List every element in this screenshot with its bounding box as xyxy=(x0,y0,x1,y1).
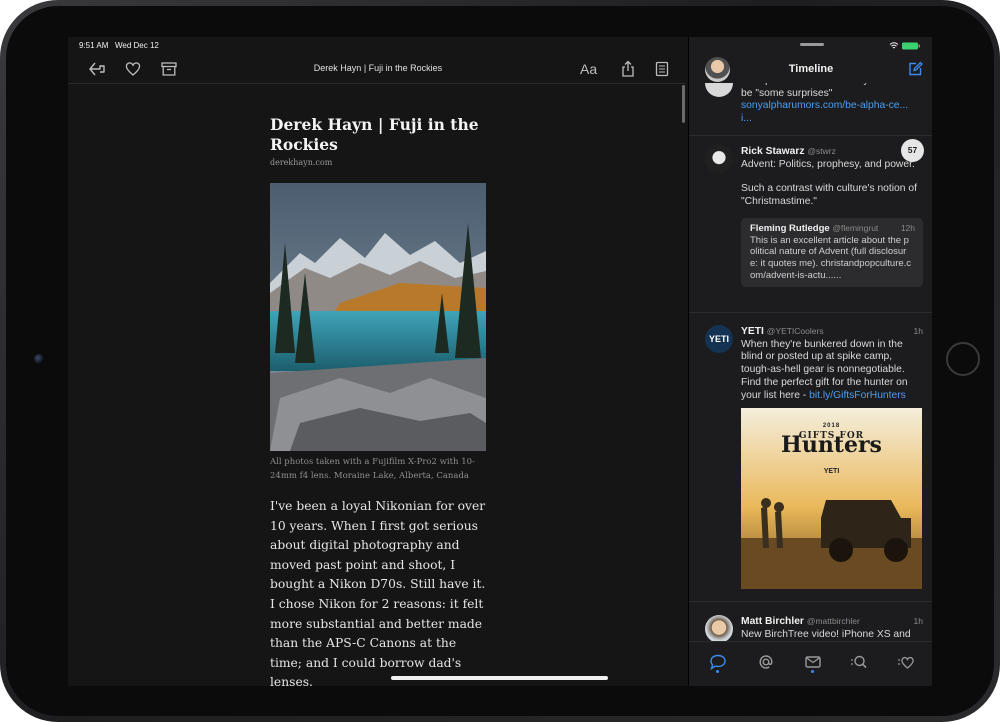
reader-pane: 9:51 AM Wed Dec 12 Derek Hayn | Fuji in … xyxy=(68,37,686,686)
article-domain[interactable]: derekhayn.com xyxy=(270,158,490,167)
tweet-text: Advent: Politics, prophesy, and power. xyxy=(741,158,915,170)
tweet-avatar[interactable] xyxy=(705,83,733,97)
screen: 9:51 AM Wed Dec 12 Derek Hayn | Fuji in … xyxy=(68,37,932,686)
wifi-battery-icon xyxy=(889,42,920,50)
tab-bar xyxy=(689,641,932,686)
tweet-handle: @stwrz xyxy=(807,146,836,156)
quote-time: 12h xyxy=(900,222,915,233)
tweet-feed[interactable]: Be Alpha CES invitation says there will … xyxy=(689,83,932,641)
quote-text: This is an excellent article about the p… xyxy=(750,234,912,281)
tweet-media-image[interactable]: 2018 GIFTS FOR Hunters YETI xyxy=(741,408,922,590)
tweet-handle: @YETICoolers xyxy=(766,326,824,336)
tweet-item[interactable]: YETI 1h YETI @YETICoolers When they're b… xyxy=(689,315,932,602)
heart-icon[interactable] xyxy=(123,59,143,79)
timeline-title: Timeline xyxy=(788,63,834,75)
messages-unread-dot xyxy=(811,670,814,673)
article: Derek Hayn | Fuji in the Rockies derekha… xyxy=(270,115,490,686)
tweet-author[interactable]: Rick Stawarz xyxy=(741,146,805,157)
tweet-handle: @mattbirchler xyxy=(806,616,860,626)
front-camera xyxy=(34,354,44,364)
tweet-text: Be Alpha CES invitation says there will … xyxy=(741,83,917,99)
status-bar: 9:51 AM Wed Dec 12 xyxy=(68,37,686,55)
reader-title: Derek Hayn | Fuji in the Rockies xyxy=(313,63,443,73)
photo-caption: All photos taken with a Fujifilm X-Pro2 … xyxy=(270,457,475,481)
tweet-link[interactable]: sonyalpharumors.com/be-alpha-ce... xyxy=(741,100,923,113)
reader-scrollbar[interactable] xyxy=(682,85,685,123)
tweet-author[interactable]: Matt Birchler xyxy=(741,616,804,627)
archive-icon[interactable] xyxy=(159,59,179,79)
reader-toolbar: Derek Hayn | Fuji in the Rockies Aa xyxy=(68,55,686,84)
quote-author: Fleming Rutledge xyxy=(750,222,830,234)
tweet-item[interactable]: 1h Matt Birchler @mattbirchler New Birch… xyxy=(689,605,932,641)
timeline-tab-icon[interactable] xyxy=(708,652,728,672)
back-icon[interactable] xyxy=(87,59,107,79)
tweet-author[interactable]: YETI xyxy=(741,326,764,337)
timeline-pane: Timeline Be Alpha CES invitation says th… xyxy=(688,37,932,686)
font-settings-button[interactable]: Aa xyxy=(580,61,597,77)
home-button[interactable] xyxy=(946,342,980,376)
article-photo xyxy=(270,183,486,451)
media-title: Hunters xyxy=(781,432,882,459)
ipad-device: 9:51 AM Wed Dec 12 Derek Hayn | Fuji in … xyxy=(0,0,1000,722)
status-date: Wed Dec 12 xyxy=(115,41,159,50)
compose-icon[interactable] xyxy=(907,61,923,77)
mentions-tab-icon[interactable] xyxy=(756,652,776,672)
tweet-text: New BirchTree video! iPhone XS and Pixel… xyxy=(741,628,911,640)
messages-tab-icon[interactable] xyxy=(803,652,823,672)
reader-view-icon[interactable] xyxy=(652,59,672,79)
slide-over-grabber[interactable] xyxy=(800,43,824,46)
tweet-item[interactable]: 1h Rick Stawarz @stwrz Advent: Politics,… xyxy=(689,135,932,313)
tweet-text: Such a contrast with culture's notion of… xyxy=(741,183,917,208)
tweet-avatar[interactable] xyxy=(705,145,733,173)
article-body: I've been a loyal Nikonian for over 10 y… xyxy=(270,499,486,686)
tweet-item[interactable]: Be Alpha CES invitation says there will … xyxy=(689,83,932,136)
quoted-tweet[interactable]: Fleming Rutledge @flemingrut 12h This is… xyxy=(741,217,923,287)
unread-count-badge[interactable]: 57 xyxy=(901,139,924,162)
likes-tab-icon[interactable] xyxy=(896,652,916,672)
tweet-avatar[interactable] xyxy=(705,615,733,641)
share-icon[interactable] xyxy=(618,59,638,79)
tweet-link-end[interactable]: i... xyxy=(741,113,923,126)
media-brand: YETI xyxy=(823,468,840,476)
quote-handle: @flemingrut xyxy=(832,222,879,233)
search-tab-icon[interactable] xyxy=(849,652,869,672)
tweet-link[interactable]: bit.ly/GiftsForHunters xyxy=(809,390,906,401)
status-time: 9:51 AM xyxy=(79,41,109,50)
article-title: Derek Hayn | Fuji in the Rockies xyxy=(270,115,479,154)
tweet-avatar[interactable]: YETI xyxy=(705,325,733,353)
home-indicator[interactable] xyxy=(391,676,608,680)
timeline-unread-dot xyxy=(716,670,719,673)
